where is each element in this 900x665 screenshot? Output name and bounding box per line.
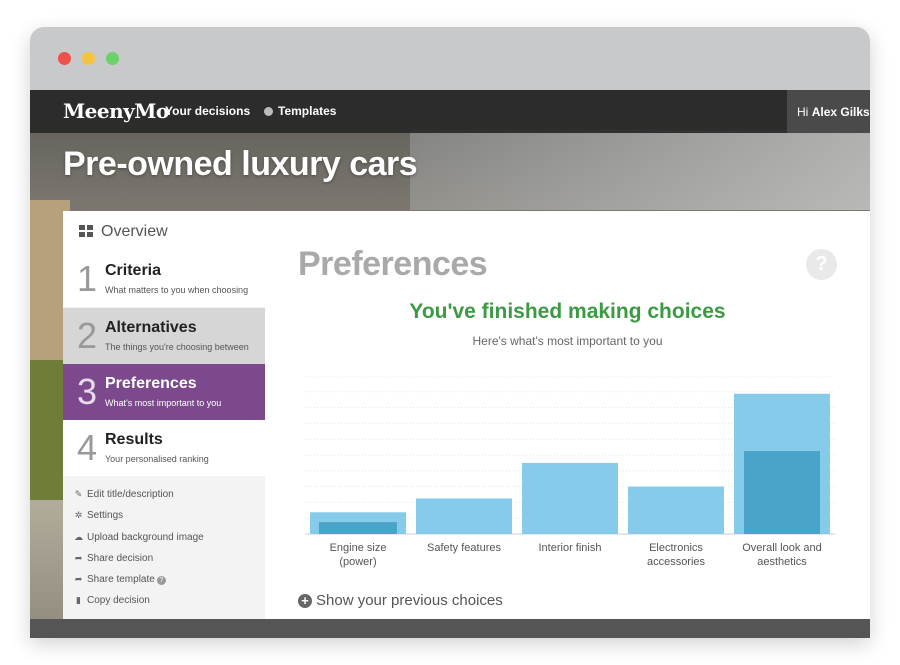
step-subtitle: Your personalised ranking: [105, 454, 209, 464]
document-icon: ▮: [76, 595, 81, 606]
finished-subheading: Here's what's most important to you: [472, 334, 663, 348]
minimize-window-button[interactable]: [82, 52, 95, 65]
top-navbar: MeenyMo Your decisions Templates Hi Alex…: [30, 90, 870, 133]
share-decision-link[interactable]: ➦ Share decision: [63, 548, 265, 569]
step-subtitle: What's most important to you: [105, 398, 222, 408]
templates-icon: [264, 107, 273, 116]
nav-templates[interactable]: Templates: [264, 104, 336, 118]
step-title: Criteria: [105, 262, 162, 279]
step-results[interactable]: 4 Results Your personalised ranking: [63, 420, 265, 476]
overview-label: Overview: [101, 223, 168, 240]
sidebar-overview[interactable]: Overview: [63, 211, 265, 251]
window-titlebar: [30, 27, 870, 90]
step-criteria[interactable]: 1 Criteria What matters to you when choo…: [63, 251, 265, 307]
upload-background-link[interactable]: ☁ Upload background image: [63, 527, 265, 548]
chart-category-label: aesthetics: [757, 556, 807, 568]
show-previous-choices-button[interactable]: + Show your previous choices: [298, 592, 503, 609]
browser-window: MeenyMo Your decisions Templates Hi Alex…: [30, 27, 870, 638]
chart-bar: [628, 486, 724, 534]
step-title: Results: [105, 431, 163, 448]
chart-category-label: (power): [339, 556, 376, 568]
grid-icon: [79, 225, 93, 237]
chart-category-label: Overall look and: [742, 542, 822, 554]
page-title: Pre-owned luxury cars: [63, 145, 418, 183]
chart-category-label: Engine size: [330, 542, 387, 554]
main-panel: Overview 1 Criteria What matters to you …: [63, 211, 870, 638]
help-icon[interactable]: ?: [806, 249, 837, 280]
share-template-link[interactable]: ➦ Share template?: [63, 569, 265, 590]
preferences-bar-chart: Engine size (power) Safety features Interio…: [305, 376, 835, 568]
user-name: Alex Gilks: [811, 105, 870, 119]
step-preferences[interactable]: 3 Preferences What's most important to y…: [63, 364, 279, 420]
meenymo-logo[interactable]: MeenyMo: [63, 99, 169, 123]
preferences-content: Preferences ? You've finished making cho…: [265, 211, 870, 638]
pencil-icon: ✎: [74, 489, 83, 499]
chart-bar-inner: [744, 451, 820, 534]
plus-circle-icon: +: [298, 594, 312, 608]
share-icon: ➦: [74, 552, 83, 563]
finished-message: You've finished making choices: [409, 300, 726, 323]
bottom-bar: [30, 619, 870, 638]
nav-your-decisions[interactable]: Your decisions: [165, 104, 250, 118]
step-title: Preferences: [105, 375, 197, 392]
close-window-button[interactable]: [58, 52, 71, 65]
edit-title-link[interactable]: ✎ Edit title/description: [63, 484, 265, 505]
step-subtitle: The things you're choosing between: [105, 342, 249, 352]
chart-category-label: Safety features: [427, 542, 501, 554]
chart-category-label: Interior finish: [539, 542, 602, 554]
sidebar: Overview 1 Criteria What matters to you …: [63, 211, 279, 638]
settings-link[interactable]: ✲ Settings: [63, 505, 265, 526]
gear-icon: ✲: [74, 510, 83, 521]
chart-category-label: accessories: [647, 556, 706, 568]
chart-bar: [416, 498, 512, 534]
maximize-window-button[interactable]: [106, 52, 119, 65]
chart-bar-inner: [319, 522, 397, 534]
share-icon: ➦: [74, 574, 83, 585]
user-greeting[interactable]: Hi Alex Gilks: [787, 90, 870, 133]
chart-category-label: Electronics: [649, 542, 703, 554]
step-subtitle: What matters to you when choosing: [105, 285, 249, 295]
step-title: Alternatives: [105, 319, 197, 336]
nav-templates-label: Templates: [278, 104, 337, 118]
sidebar-actions: ✎ Edit title/description ✲ Settings ☁ Up…: [63, 484, 265, 612]
copy-decision-link[interactable]: ▮ Copy decision: [63, 590, 265, 611]
cloud-upload-icon: ☁: [74, 531, 83, 542]
chart-bar: [522, 462, 618, 534]
step-alternatives[interactable]: 2 Alternatives The things you're choosin…: [63, 308, 265, 364]
preferences-heading: Preferences: [298, 245, 488, 283]
help-icon[interactable]: ?: [156, 576, 166, 586]
